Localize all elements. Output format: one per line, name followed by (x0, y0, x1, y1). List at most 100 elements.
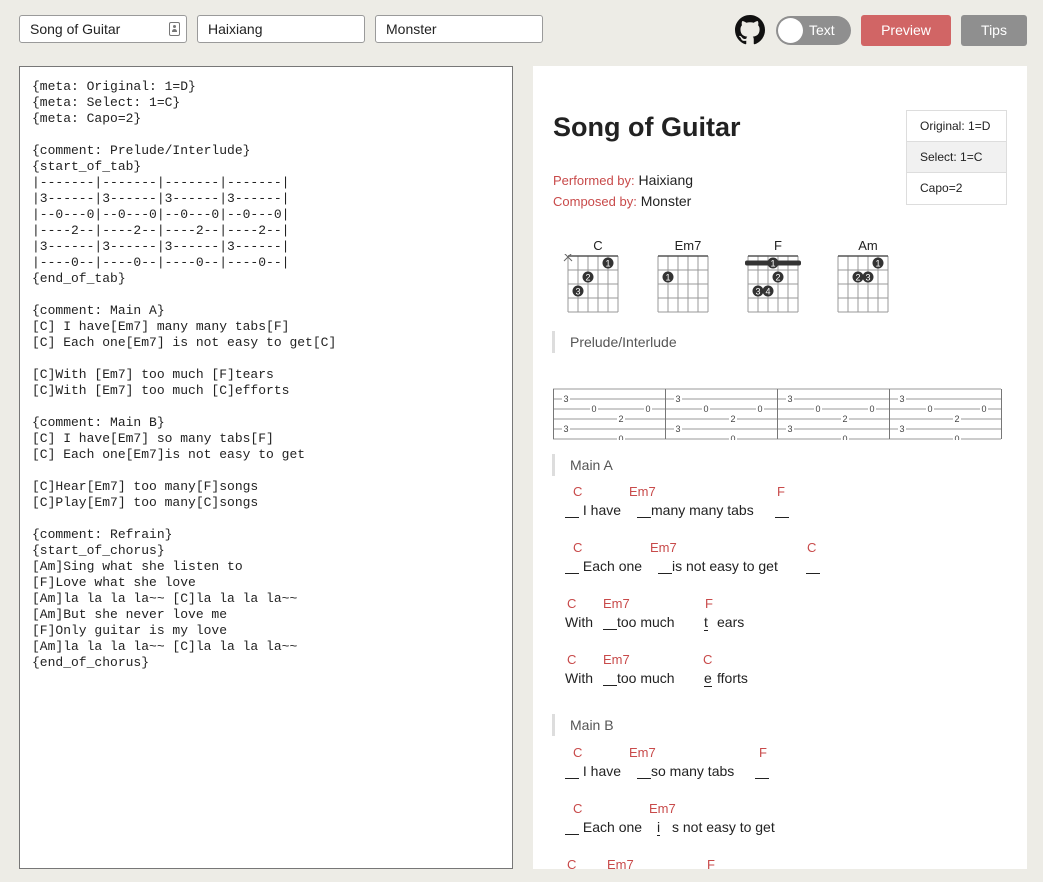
chord-diagram: C1 23 (563, 238, 633, 318)
tab-note: 0 (618, 434, 623, 440)
editor-line: {meta: Select: 1=C} (32, 95, 181, 110)
preview-pane: Song of Guitar Original: 1=D Select: 1=C… (533, 66, 1027, 869)
lyric-text: too much (617, 614, 679, 630)
chord-diagram-name: C (593, 238, 603, 253)
chord-placeholder-underline (775, 517, 789, 518)
tab-note: 0 (757, 404, 762, 414)
lyric-text: t (704, 614, 708, 631)
editor-line: [C] Each one[Em7] is not easy to get[C] (32, 335, 337, 350)
editor-line: |----2--|----2--|----2--|----2--| (32, 223, 290, 238)
preview-button[interactable]: Preview (861, 15, 951, 46)
lyric-line: C I have Em7 many many tabs F (565, 484, 1005, 534)
lyric-text: so many tabs (651, 763, 739, 779)
chord-grid: 1 23 (837, 255, 889, 313)
editor-line: {meta: Original: 1=D} (32, 79, 196, 94)
lyric-text: With (565, 614, 597, 630)
chord-diagram: Am 1 2 3 (833, 238, 903, 318)
finger-number: 2 (585, 273, 590, 283)
composer-input[interactable]: Monster (375, 15, 543, 43)
editor-line: [C]With [Em7] too much [C]efforts (32, 383, 290, 398)
editor-line: [C] I have[Em7] so many tabs[F] (32, 431, 274, 446)
tab-note: 3 (787, 394, 792, 404)
tab-note: 0 (591, 404, 596, 414)
lyric-text: Each one (579, 558, 646, 574)
editor-line: {start_of_tab} (32, 159, 142, 174)
chordpro-editor[interactable]: {meta: Original: 1=D} {meta: Select: 1=C}… (19, 66, 513, 869)
tab-note: 3 (563, 394, 568, 404)
contact-card-icon[interactable] (169, 22, 180, 36)
tips-button[interactable]: Tips (961, 15, 1027, 46)
chord-diagram-name: Am (858, 238, 878, 253)
lyric-chord: C (573, 540, 583, 555)
editor-line: {comment: Prelude/Interlude} (32, 143, 251, 158)
composed-by: Composed by: Monster (553, 193, 691, 209)
meta-select: Select: 1=C (907, 142, 1006, 173)
meta-box: Original: 1=D Select: 1=C Capo=2 (906, 110, 1007, 205)
tab-note: 3 (899, 424, 904, 434)
chord-diagram-name: F (774, 238, 782, 253)
tablature: 3 0 2 0 3 0 3 0 2 0 3 0 3 0 2 0 3 0 3 0 2 0 3 0 (553, 388, 1002, 440)
lyric-text: With (565, 670, 597, 686)
song-title-value: Song of Guitar (30, 21, 121, 37)
lyric-text: s not easy to get (672, 819, 775, 835)
chord-placeholder-underline (658, 573, 672, 574)
tab-note: 0 (730, 434, 735, 440)
lyric-line: C With Em7 too much Ce fforts (565, 652, 1005, 702)
editor-line: |3------|3------|3------|3------| (32, 239, 290, 254)
editor-line: [C] I have[Em7] many many tabs[F] (32, 319, 290, 334)
text-mode-toggle[interactable]: Text (776, 16, 851, 45)
lyric-text: Each one (579, 819, 646, 835)
section-label-prelude: Prelude/Interlude (552, 331, 677, 353)
editor-line: [Am]la la la la~~ [C]la la la la~~ (32, 639, 298, 654)
tab-note: 3 (675, 424, 680, 434)
editor-line: [C]Hear[Em7] too many[F]songs (32, 479, 259, 494)
tab-note: 2 (618, 414, 623, 424)
editor-line: |----0--|----0--|----0--|----0--| (32, 255, 290, 270)
tab-note: 0 (954, 434, 959, 440)
github-icon[interactable] (735, 15, 765, 45)
performer-input[interactable]: Haixiang (197, 15, 365, 43)
lyric-chord: C (567, 652, 577, 667)
lyric-chord: F (705, 596, 713, 611)
editor-line: |--0---0|--0---0|--0---0|--0---0| (32, 207, 290, 222)
section-label-main-a: Main A (552, 454, 613, 476)
chord-placeholder-underline (603, 629, 617, 630)
lyric-chord: F (707, 857, 715, 869)
editor-line: |-------|-------|-------|-------| (32, 175, 290, 190)
lyric-text: too much (617, 670, 679, 686)
lyric-line: C I have Em7 so many tabs F (565, 745, 1005, 795)
finger-number: 3 (865, 273, 870, 283)
tab-note: 2 (954, 414, 959, 424)
lyric-line: C Each one Em7 i s not easy to get (565, 801, 1005, 851)
lyric-text: is not easy to get (672, 558, 782, 574)
lyric-chord: Em7 (607, 857, 634, 869)
lyric-text: i (657, 819, 661, 836)
chord-placeholder-underline (637, 517, 651, 518)
finger-number: 3 (755, 287, 760, 297)
lyric-chord: Em7 (603, 652, 630, 667)
finger-number: 2 (855, 273, 860, 283)
editor-line: {comment: Refrain} (32, 527, 173, 542)
performed-by-label: Performed by: (553, 173, 635, 188)
toggle-knob (778, 18, 803, 43)
lyric-chord: C (573, 745, 583, 760)
tab-note: 0 (842, 434, 847, 440)
performer-value: Haixiang (208, 21, 263, 37)
chord-grid: 1 23 (563, 254, 619, 313)
tab-note: 3 (563, 424, 568, 434)
tab-note: 0 (645, 404, 650, 414)
song-title: Song of Guitar (553, 112, 741, 142)
performed-by: Performed by: Haixiang (553, 172, 693, 188)
editor-line: {comment: Main A} (32, 303, 165, 318)
section-label-main-b: Main B (552, 714, 614, 736)
song-title-input[interactable]: Song of Guitar (19, 15, 187, 43)
editor-line: [Am]But she never love me (32, 607, 228, 622)
finger-number: 1 (770, 259, 775, 269)
lyric-chord: C (567, 857, 577, 869)
tab-note: 0 (927, 404, 932, 414)
lyric-chord: Em7 (649, 801, 676, 816)
editor-line: {end_of_tab} (32, 271, 126, 286)
finger-number: 1 (875, 259, 880, 269)
